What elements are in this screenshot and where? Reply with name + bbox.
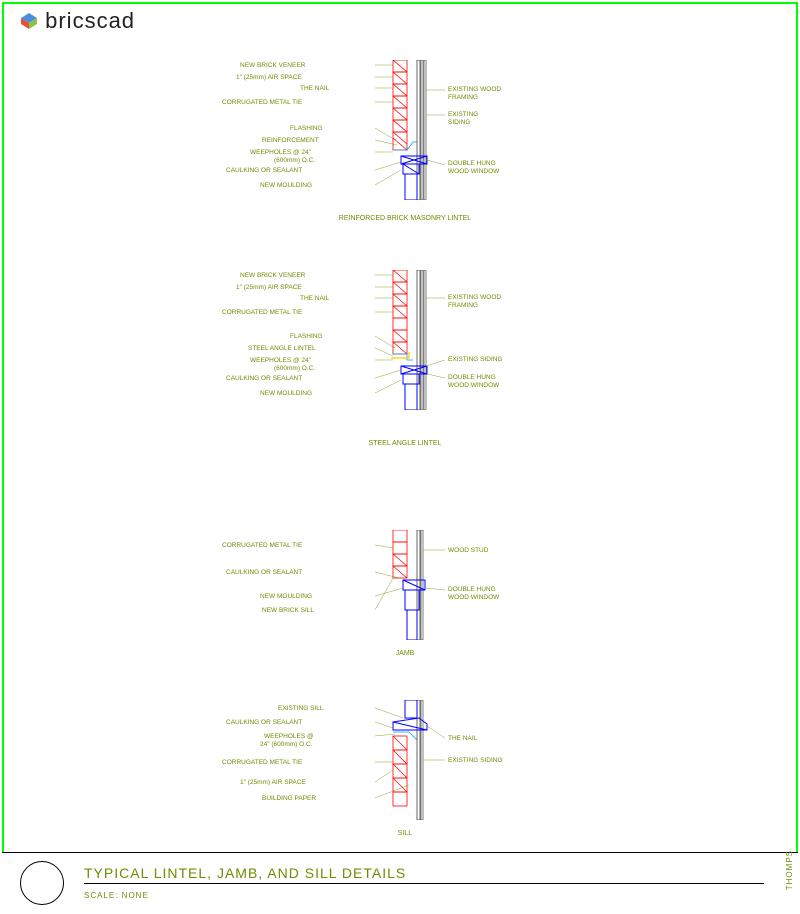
label: NEW MOULDING xyxy=(260,593,312,601)
label: CAULKING OR SEALANT xyxy=(226,375,302,383)
label: CAULKING OR SEALANT xyxy=(226,719,302,727)
label: THE NAIL xyxy=(300,295,329,303)
label: EXISTING WOOD xyxy=(448,86,501,94)
label: WOOD WINDOW xyxy=(448,168,499,176)
side-label: THOMPS xyxy=(785,850,794,890)
detail-jamb: CORRUGATED METAL TIE CAULKING OR SEALANT… xyxy=(180,530,680,670)
label: STEEL ANGLE LINTEL xyxy=(248,345,316,353)
label: CAULKING OR SEALANT xyxy=(226,167,302,175)
bricscad-icon xyxy=(20,10,38,28)
label: NEW MOULDING xyxy=(260,390,312,398)
section-drawing xyxy=(375,700,445,820)
label: CORRUGATED METAL TIE xyxy=(222,542,302,550)
detail-lintel-steel: NEW BRICK VENEER 1" (25mm) AIR SPACE THE… xyxy=(180,270,680,440)
bricscad-logo: bricscad xyxy=(20,8,135,34)
label: DOUBLE HUNG xyxy=(448,374,496,382)
drawing-canvas: NEW BRICK VENEER 1" (25mm) AIR SPACE THE… xyxy=(0,40,800,830)
section-drawing xyxy=(375,270,445,410)
label: 1" (25mm) AIR SPACE xyxy=(240,779,306,787)
label: SIDING xyxy=(448,119,470,127)
label: (600mm) O.C. xyxy=(274,365,315,373)
label: EXISTING WOOD xyxy=(448,294,501,302)
label: NEW BRICK VENEER xyxy=(240,62,305,70)
label: EXISTING xyxy=(448,111,478,119)
subtitle: JAMB xyxy=(330,650,480,657)
label: THE NAIL xyxy=(300,85,329,93)
logo-text: bricscad xyxy=(45,8,135,33)
subtitle: REINFORCED BRICK MASONRY LINTEL xyxy=(330,215,480,222)
label: WOOD WINDOW xyxy=(448,594,499,602)
label: THE NAIL xyxy=(448,735,477,743)
label: DOUBLE HUNG xyxy=(448,160,496,168)
label: FRAMING xyxy=(448,302,478,310)
section-drawing xyxy=(375,530,445,640)
subtitle: STEEL ANGLE LINTEL xyxy=(330,440,480,447)
titleblock-divider xyxy=(84,883,764,884)
subtitle: SILL xyxy=(330,830,480,837)
label: 24" (600mm) O.C. xyxy=(260,741,313,749)
label: 1" (25mm) AIR SPACE xyxy=(236,74,302,82)
detail-sill: EXISTING SILL CAULKING OR SEALANT WEEPHO… xyxy=(180,700,680,840)
label: FLASHING xyxy=(290,333,323,341)
label: WEEPHOLES @ 24" xyxy=(250,149,311,157)
detail-lintel-brick: NEW BRICK VENEER 1" (25mm) AIR SPACE THE… xyxy=(180,60,680,230)
label: (600mm) O.C. xyxy=(274,157,315,165)
label: WEEPHOLES @ xyxy=(264,733,314,741)
label: WOOD WINDOW xyxy=(448,382,499,390)
label: CAULKING OR SEALANT xyxy=(226,569,302,577)
label: CORRUGATED METAL TIE xyxy=(222,759,302,767)
label: CORRUGATED METAL TIE xyxy=(222,309,302,317)
label: DOUBLE HUNG xyxy=(448,586,496,594)
label: CORRUGATED METAL TIE xyxy=(222,99,302,107)
label: NEW MOULDING xyxy=(260,182,312,190)
drawing-title: TYPICAL LINTEL, JAMB, AND SILL DETAILS xyxy=(84,865,406,881)
label: FRAMING xyxy=(448,94,478,102)
label: 1" (25mm) AIR SPACE xyxy=(236,284,302,292)
scale-label: SCALE: NONE xyxy=(84,891,149,900)
titleblock: TYPICAL LINTEL, JAMB, AND SILL DETAILS S… xyxy=(2,852,798,912)
label: WEEPHOLES @ 24" xyxy=(250,357,311,365)
section-drawing xyxy=(375,60,445,200)
label: NEW BRICK SILL xyxy=(262,607,314,615)
label: FLASHING xyxy=(290,125,323,133)
detail-number-circle xyxy=(20,861,64,905)
label: EXISTING SIDING xyxy=(448,356,503,364)
label: WOOD STUD xyxy=(448,547,488,555)
label: REINFORCEMENT xyxy=(262,137,319,145)
label: EXISTING SILL xyxy=(278,705,324,713)
label: NEW BRICK VENEER xyxy=(240,272,305,280)
label: BUILDING PAPER xyxy=(262,795,316,803)
label: EXISTING SIDING xyxy=(448,757,503,765)
